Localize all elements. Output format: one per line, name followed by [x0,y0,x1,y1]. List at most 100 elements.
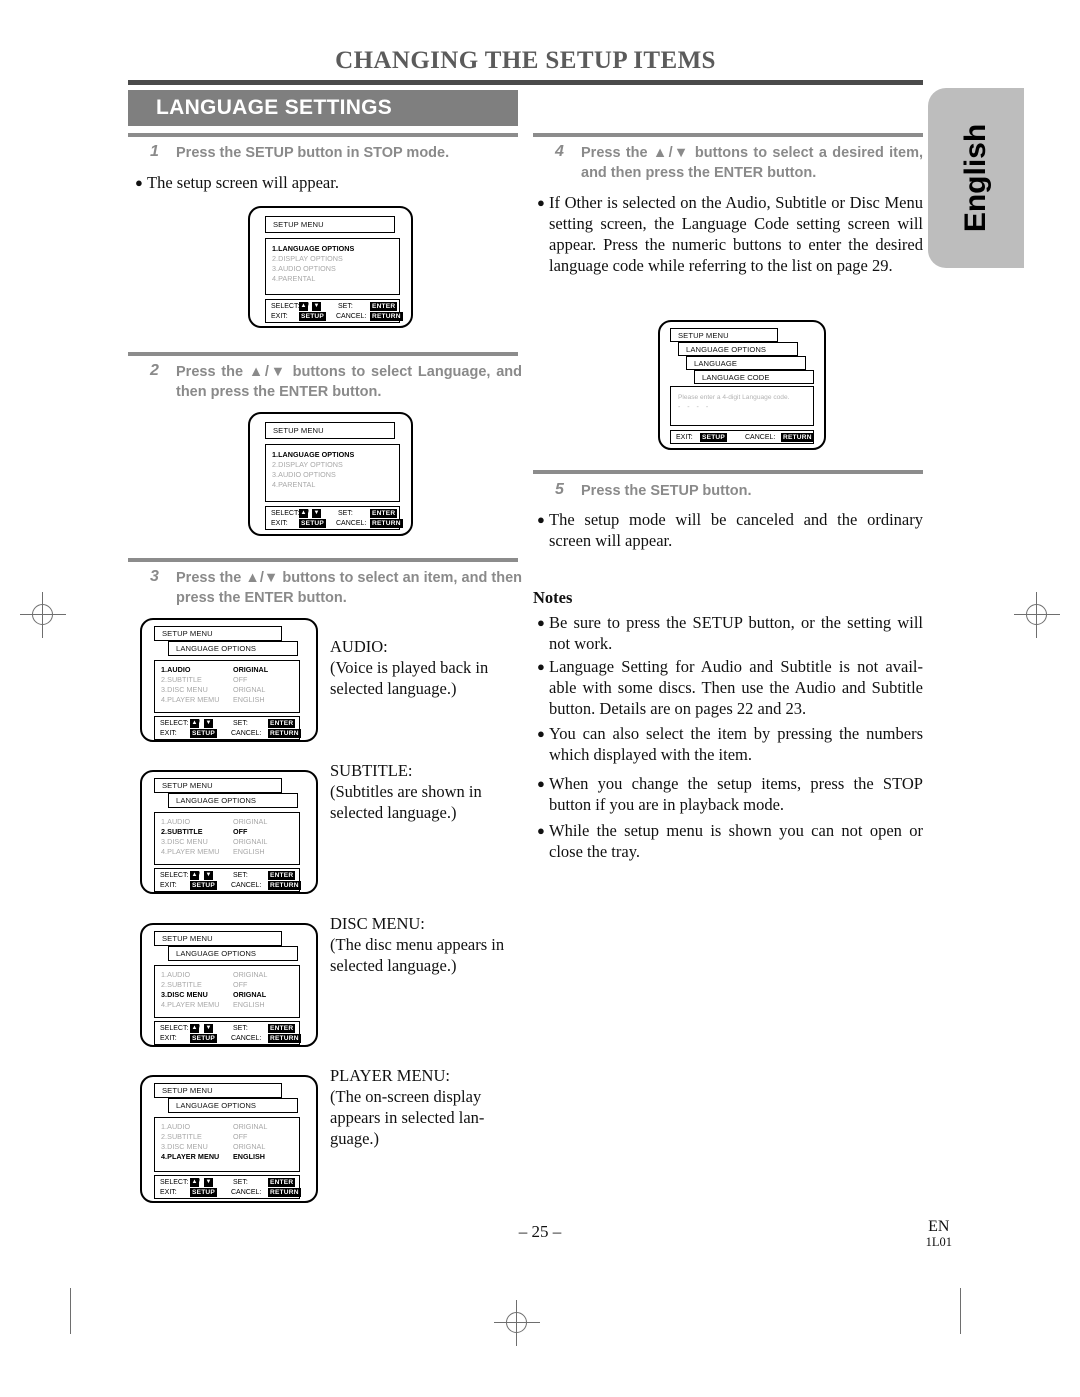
osd-subtitle: LANGUAGE OPTIONS [176,796,257,805]
osd-row-1: 1.LANGUAGE OPTIONS [272,450,355,459]
audio-title: AUDIO: [330,637,388,656]
osd-language-audio: SETUP MENU LANGUAGE OPTIONS 1.AUDIO ORIG… [140,618,318,742]
osd-cancel-label: CANCEL: [231,882,262,889]
osd-return-key: RETURN [268,729,301,738]
osd-hintbar: EXIT: SETUP CANCEL: RETURN [670,430,814,444]
osd-cancel-label: CANCEL: [231,1189,262,1196]
step-5: 5 Press the SETUP button. [555,481,923,501]
osd-row-4: 4.PARENTAL [272,480,316,489]
osd-return-key: RETURN [268,881,301,890]
osd-setup-menu-2: SETUP MENU 1.LANGUAGE OPTIONS 2.DISPLAY … [248,412,413,536]
osd-subtitle-bar: LANGUAGE OPTIONS [168,1098,298,1113]
osd-row-4: 4.PLAYER MENU [161,1152,220,1161]
osd-row-3: 3.AUDIO OPTIONS [272,470,336,479]
step-2-text: Press the ▲/▼ buttons to select Language… [176,364,522,400]
osd-titlebar: SETUP MENU [154,931,282,946]
osd-listbox: 1.AUDIO ORIGINAL 2.SUBTITLE OFF 3.DISC M… [154,965,300,1018]
osd-code-prompt: Please enter a 4-digit Language code. [678,394,790,401]
osd-down-key: ▼ [312,509,321,518]
osd-enter-key: ENTER [268,1024,296,1033]
osd-exit-label: EXIT: [676,434,693,441]
disc-menu-description: DISC MENU: (The disc menu appears in sel… [330,913,526,976]
osd-down-key: ▼ [204,871,213,880]
osd-slash: / [198,1025,200,1032]
step-1: 1 Press the SETUP button in STOP mode. [150,143,520,163]
osd-language-subtitle: SETUP MENU LANGUAGE OPTIONS 1.AUDIO ORIG… [140,770,318,894]
osd-value-2: OFF [233,1132,248,1141]
osd-row-2: 2.DISPLAY OPTIONS [272,460,343,469]
osd-return-key: RETURN [268,1188,301,1197]
step-4-text: Press the ▲/▼ buttons to select a desire… [581,145,923,181]
osd-select-label: SELECT: [160,720,189,727]
osd-select-label: SELECT: [160,1025,189,1032]
disc-menu-desc: (The disc menu appears in selected langu… [330,935,505,975]
osd-down-key: ▼ [204,1024,213,1033]
section-title: LANGUAGE SETTINGS [156,96,393,119]
footer-identifier: EN 1L01 [926,1218,952,1249]
osd-value-2: OFF [233,980,248,989]
step-4: 4 Press the ▲/▼ buttons to select a desi… [555,143,923,183]
osd-exit-label: EXIT: [271,313,288,320]
bullet-icon: ● [537,512,545,527]
note-item-3: ● You can also select the item by pressi… [537,723,923,765]
note-5-text: While the setup menu is shown you can no… [549,821,923,861]
title-divider [128,80,923,85]
osd-enter-key: ENTER [370,509,398,518]
notes-heading: Notes [533,588,573,607]
osd-row-1: 1.AUDIO [161,665,191,674]
osd-setup-key: SETUP [190,1188,217,1197]
osd-title: SETUP MENU [273,220,324,229]
osd-cancel-label: CANCEL: [231,1035,262,1042]
subtitle-title: SUBTITLE: [330,761,413,780]
osd-enter-key: ENTER [268,1178,296,1187]
right-column-rule-1 [533,133,923,137]
osd-row-4: 4.PLAYER MEMU [161,1000,220,1009]
osd-exit-label: EXIT: [160,1035,177,1042]
osd-hintbar: SELECT: ▲ / ▼ SET: ENTER EXIT: SETUP CAN… [154,1021,301,1045]
osd-setup-menu-1: SETUP MENU 1.LANGUAGE OPTIONS 2.DISPLAY … [248,206,413,328]
osd-subtitle: LANGUAGE OPTIONS [176,949,257,958]
step-1-bullet-text: The setup screen will appear. [147,173,339,192]
osd-return-key: RETURN [268,1034,301,1043]
osd-value-3: ORIGNAL [233,1142,266,1151]
language-side-tab: English [928,88,1024,268]
note-item-1: ● Be sure to press the SETUP button, or … [537,612,923,654]
step-2: 2 Press the ▲/▼ buttons to select Langua… [150,362,522,402]
osd-select-label: SELECT: [271,303,300,310]
osd-listbox: 1.LANGUAGE OPTIONS 2.DISPLAY OPTIONS 3.A… [265,238,400,295]
osd-exit-label: EXIT: [160,882,177,889]
osd-enter-key: ENTER [268,871,296,880]
osd-subtitle-bar: LANGUAGE OPTIONS [168,641,298,656]
osd-value-3: ORIGNAL [233,685,266,694]
osd-titlebar: SETUP MENU [154,626,282,641]
step-5-number: 5 [555,481,564,498]
disc-menu-title: DISC MENU: [330,914,425,933]
osd-value-4: ENGLISH [233,1152,265,1161]
osd-title: SETUP MENU [162,629,213,638]
osd-row-2: 2.DISPLAY OPTIONS [272,254,343,263]
osd-hintbar: SELECT: ▲ / ▼ SET: ENTER EXIT: SETUP CAN… [265,299,403,323]
page-number: – 25 – [518,1222,562,1241]
osd-exit-label: EXIT: [160,1189,177,1196]
player-menu-desc: (The on-screen display appears in select… [330,1087,485,1148]
osd-hintbar: SELECT: ▲ / ▼ SET: ENTER EXIT: SETUP CAN… [154,716,301,740]
language-side-tab-label: English [959,123,992,233]
osd-setup-key: SETUP [190,729,217,738]
step-5-bullet: ● The setup mode will be canceled and th… [537,509,923,551]
note-item-2: ● Language Setting for Audio and Subtitl… [537,656,923,719]
osd-listbox: Please enter a 4-digit Language code. - … [670,386,814,426]
osd-value-4: ENGLISH [233,847,265,856]
osd-setup-key: SETUP [190,1034,217,1043]
osd-listbox: 1.LANGUAGE OPTIONS 2.DISPLAY OPTIONS 3.A… [265,444,400,502]
osd-title: SETUP MENU [678,330,729,340]
osd-down-key: ▼ [204,719,213,728]
bullet-icon: ● [537,823,545,838]
bullet-icon: ● [537,726,545,741]
osd-setup-key: SETUP [700,433,727,442]
step-1-text: Press the SETUP button in STOP mode. [176,145,450,161]
section-title-band: LANGUAGE SETTINGS [128,90,518,126]
audio-description: AUDIO: (Voice is played back in selected… [330,636,526,699]
osd-titlebar: SETUP MENU [265,216,395,233]
osd-exit-label: EXIT: [271,520,288,527]
osd-value-1: ORIGINAL [233,970,268,979]
